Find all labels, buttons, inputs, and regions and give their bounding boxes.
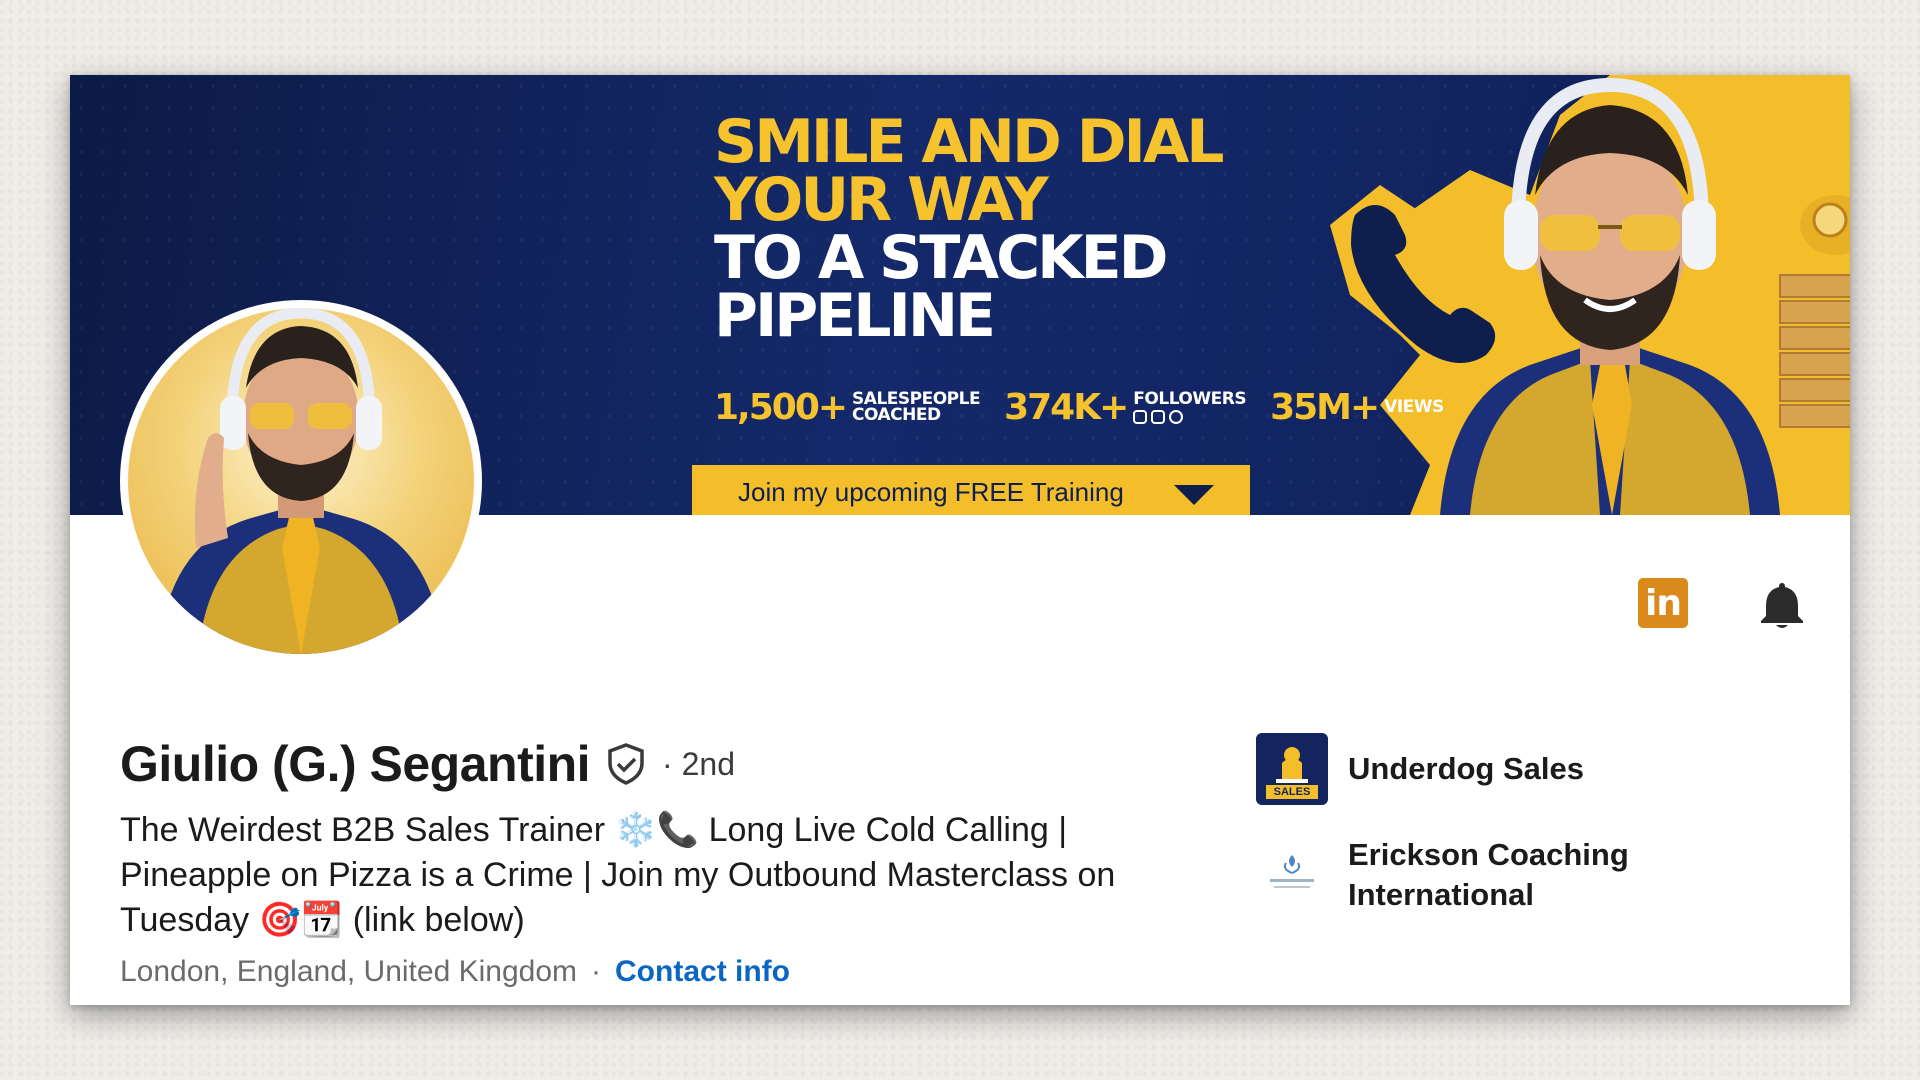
company-name-line: Erickson Coaching xyxy=(1348,837,1629,872)
headline-line-1: SMILE AND DIAL xyxy=(714,107,1224,177)
erickson-coaching-logo xyxy=(1270,855,1314,888)
linkedin-icon[interactable]: in xyxy=(1638,578,1688,628)
company-underdog-sales[interactable]: SALES Underdog Sales xyxy=(1256,733,1584,805)
profile-headline: The Weirdest B2B Sales Trainer ❄️📞 Long … xyxy=(120,811,1116,939)
stat-number: 35M+ xyxy=(1270,386,1380,428)
underdog-sales-logo: SALES xyxy=(1256,733,1328,805)
social-icons xyxy=(1133,409,1246,424)
banner-headline: SMILE AND DIAL YOUR WAY TO A STACKED PIP… xyxy=(714,107,1224,351)
triangle-down-icon xyxy=(1174,485,1214,505)
training-cta-label: Join my upcoming FREE Training xyxy=(738,476,1124,507)
shield-check-icon[interactable] xyxy=(604,742,648,786)
company-name: Underdog Sales xyxy=(1348,751,1584,786)
separator: · xyxy=(591,955,602,988)
stat-coached: 1,500+ SALESPEOPLE COACHED xyxy=(714,386,981,428)
company-name: Erickson Coaching International xyxy=(1348,835,1629,915)
headline-line-3: TO A STACKED xyxy=(714,223,1168,293)
stat-label: SALESPEOPLE COACHED xyxy=(852,391,981,425)
stat-views: 35M+ VIEWS xyxy=(1270,387,1444,428)
profile-card: SMILE AND DIAL YOUR WAY TO A STACKED PIP… xyxy=(70,75,1850,1005)
banner-stats: 1,500+ SALESPEOPLE COACHED 374K+ FOLLOWE… xyxy=(714,380,1458,434)
stat-followers: 374K+ FOLLOWERS xyxy=(1004,387,1246,428)
stat-number: 1,500+ xyxy=(714,386,848,428)
profile-name: Giulio (G.) Segantini xyxy=(120,736,591,792)
bell-icon[interactable] xyxy=(1756,579,1808,631)
company-name-line: International xyxy=(1348,877,1535,912)
underdog-logo-text: SALES xyxy=(1266,785,1318,799)
name-row: Giulio (G.) Segantini · 2nd xyxy=(120,735,735,793)
headline-line-4: PIPELINE xyxy=(714,281,996,351)
profile-avatar[interactable] xyxy=(120,300,482,662)
profile-location: London, England, United Kingdom xyxy=(120,955,578,988)
stat-number: 374K+ xyxy=(1004,386,1129,428)
tiktok-icon xyxy=(1169,409,1184,424)
avatar-photo xyxy=(128,308,474,654)
stat-label: FOLLOWERS xyxy=(1133,388,1247,424)
headline-line-2: YOUR WAY xyxy=(714,165,1049,235)
contact-info-link[interactable]: Contact info xyxy=(615,955,790,989)
linkedin-mini-icon xyxy=(1151,409,1166,424)
connection-degree: · 2nd xyxy=(662,745,735,782)
avatar-person-graphic xyxy=(158,308,444,654)
stat-label-line: FOLLOWERS xyxy=(1133,388,1247,409)
free-training-button[interactable]: Join my upcoming FREE Training xyxy=(692,465,1250,515)
linkedin-icon-label: in xyxy=(1645,582,1682,624)
instagram-icon xyxy=(1133,409,1148,424)
stat-label-line: COACHED xyxy=(852,405,941,425)
cover-photo-person xyxy=(1440,77,1780,515)
company-erickson-coaching[interactable]: Erickson Coaching International xyxy=(1256,835,1629,915)
stat-label: VIEWS xyxy=(1384,397,1444,417)
location-row: London, England, United Kingdom · Contac… xyxy=(120,955,790,989)
